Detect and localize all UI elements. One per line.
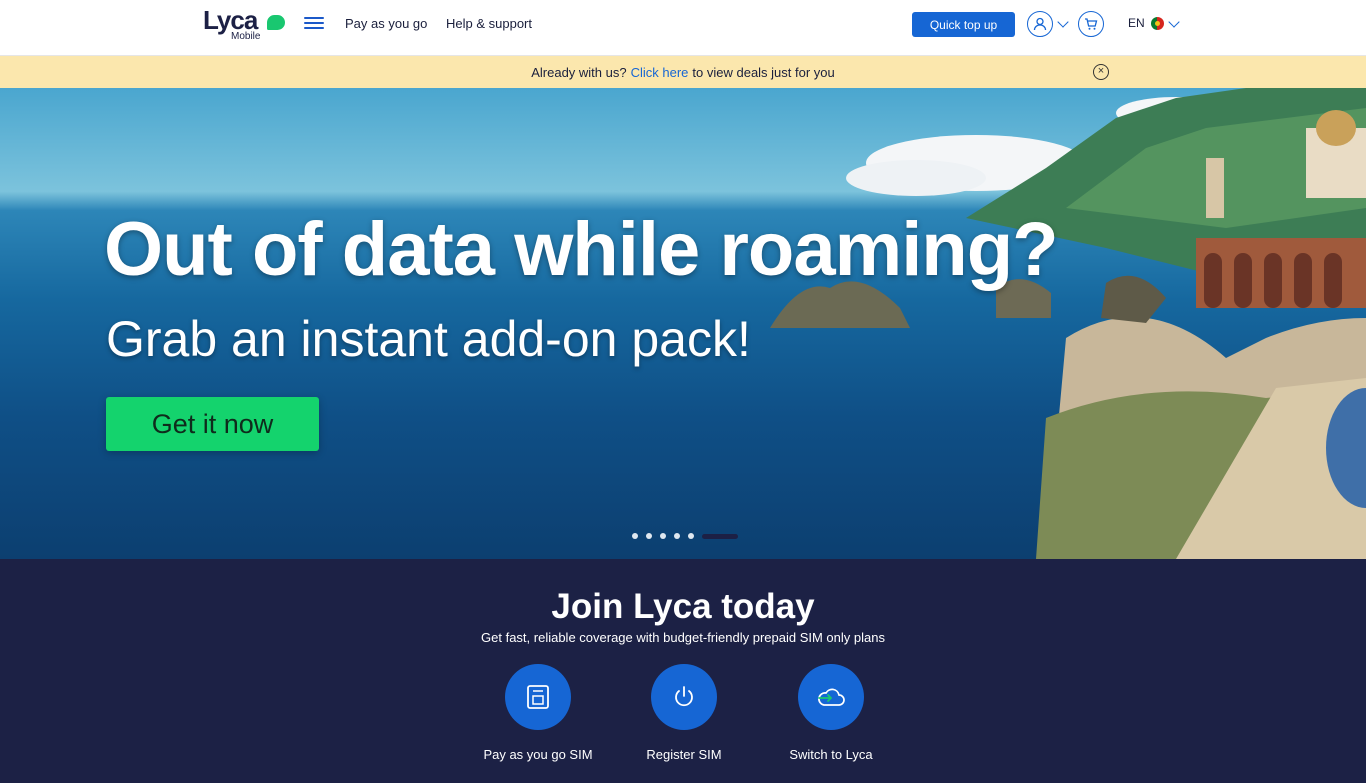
get-it-now-button[interactable]: Get it now bbox=[106, 397, 319, 451]
register-sim-option[interactable]: Register SIM bbox=[614, 664, 754, 762]
banner-suffix: to view deals just for you bbox=[692, 64, 835, 80]
lyca-logo[interactable]: Lyca Mobile bbox=[203, 5, 285, 42]
carousel-dot[interactable] bbox=[632, 533, 638, 539]
switch-to-lyca-option[interactable]: Switch to Lyca bbox=[761, 664, 901, 762]
banner-prefix: Already with us? bbox=[531, 64, 627, 80]
join-section: Join Lyca today Get fast, reliable cover… bbox=[0, 559, 1366, 783]
nav-help-support[interactable]: Help & support bbox=[446, 16, 532, 31]
hero-carousel: Out of data while roaming? Grab an insta… bbox=[0, 88, 1366, 559]
carousel-dot[interactable] bbox=[660, 533, 666, 539]
join-title: Join Lyca today bbox=[551, 587, 815, 626]
option-label: Register SIM bbox=[646, 747, 722, 762]
carousel-dot-active[interactable] bbox=[702, 533, 738, 539]
user-icon[interactable] bbox=[1027, 11, 1053, 37]
flag-icon[interactable] bbox=[1151, 17, 1164, 30]
account-chevron-down-icon[interactable] bbox=[1057, 16, 1069, 28]
cloud-switch-icon[interactable] bbox=[798, 664, 864, 730]
logo-sub: Mobile bbox=[231, 31, 261, 42]
option-label: Switch to Lyca bbox=[789, 747, 873, 762]
pay-as-you-go-sim-option[interactable]: Pay as you go SIM bbox=[468, 664, 608, 762]
join-subtitle: Get fast, reliable coverage with budget-… bbox=[481, 630, 885, 645]
menu-icon[interactable] bbox=[304, 17, 324, 31]
carousel-dots bbox=[632, 533, 738, 539]
deals-banner: Already with us? Click here to view deal… bbox=[0, 56, 1366, 88]
coastline-image bbox=[846, 88, 1366, 559]
carousel-dot[interactable] bbox=[674, 533, 680, 539]
cart-icon[interactable] bbox=[1078, 11, 1104, 37]
carousel-dot[interactable] bbox=[688, 533, 694, 539]
close-icon[interactable]: × bbox=[1093, 64, 1109, 80]
nav-pay-as-you-go[interactable]: Pay as you go bbox=[345, 16, 427, 31]
language-selector[interactable]: EN bbox=[1128, 16, 1145, 30]
hero-subtitle: Grab an instant add-on pack! bbox=[106, 311, 751, 367]
site-header: Lyca Mobile Pay as you go Help & support… bbox=[0, 0, 1366, 56]
banner-click-here-link[interactable]: Click here bbox=[631, 65, 689, 80]
sim-card-icon[interactable] bbox=[505, 664, 571, 730]
power-icon[interactable] bbox=[651, 664, 717, 730]
quick-top-up-button[interactable]: Quick top up bbox=[912, 12, 1015, 37]
logo-bubble-icon bbox=[267, 15, 285, 30]
option-label: Pay as you go SIM bbox=[483, 747, 593, 762]
carousel-dot[interactable] bbox=[646, 533, 652, 539]
hero-title: Out of data while roaming? bbox=[104, 207, 1059, 292]
language-chevron-down-icon[interactable] bbox=[1168, 16, 1180, 28]
